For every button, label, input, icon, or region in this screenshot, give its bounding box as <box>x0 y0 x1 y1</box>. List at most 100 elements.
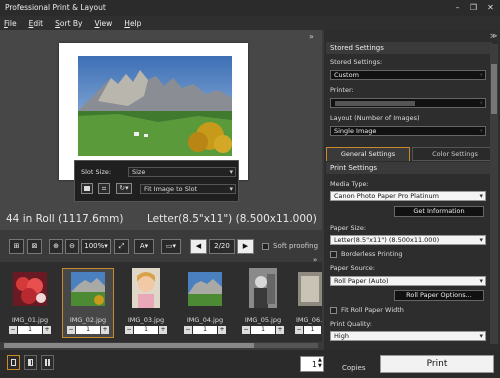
thumbnail-image <box>132 268 160 308</box>
paper-size-dropdown[interactable]: Letter(8.5"x11") (8.500x11.000) <box>330 235 486 245</box>
thumbnail-image <box>71 272 105 306</box>
menu-file[interactable]: File <box>4 19 17 28</box>
thumbnail-image <box>249 268 277 308</box>
copy-count[interactable]: 1 <box>18 326 42 334</box>
restore-button[interactable]: ❐ <box>466 0 481 16</box>
zoom-dropdown[interactable]: 100%▾ <box>81 239 111 254</box>
slot-size-value: Size <box>132 168 146 176</box>
preview-photo[interactable] <box>78 56 232 156</box>
copy-count[interactable]: 1 <box>76 326 100 334</box>
slot-size-dropdown[interactable]: Size <box>128 167 236 177</box>
fit-mode-dropdown[interactable]: Fit Image to Slot <box>140 184 236 194</box>
printer-label: Printer: <box>330 86 354 94</box>
roll-size-text: 44 in Roll (1117.6mm) <box>6 213 124 225</box>
fit-roll-width-label: Fit Roll Paper Width <box>341 306 404 314</box>
crop-icon[interactable]: ⌗ <box>98 183 110 194</box>
thumbnail-item[interactable]: IMG_01.jpg −1 + <box>6 266 54 336</box>
paper-size-value: Letter(8.5"x11") (8.500x11.000) <box>334 236 440 244</box>
split-view-icon[interactable] <box>24 355 37 370</box>
page-indicator: 2/20 <box>209 239 235 254</box>
copy-count[interactable]: 1 <box>304 326 321 334</box>
print-quality-dropdown[interactable]: High <box>330 331 486 341</box>
stored-settings-dropdown[interactable]: Custom <box>330 70 486 80</box>
thumbnail-name: IMG_03.jpg <box>127 316 165 324</box>
thumbnail-item[interactable]: IMG_04.jpg −1 + <box>181 266 229 336</box>
menu-help[interactable]: Help <box>124 19 141 28</box>
copy-count[interactable]: 1 <box>193 326 217 334</box>
copies-label: Copies <box>342 364 366 372</box>
increment-button[interactable]: + <box>43 326 51 334</box>
paper-source-label: Paper Source: <box>330 264 375 272</box>
thumbnail-item[interactable]: IMG_06.jpg −1 <box>292 266 322 336</box>
tab-color-settings[interactable]: Color Settings <box>412 147 498 161</box>
tab-general-settings[interactable]: General Settings <box>326 147 410 161</box>
title-bar: Professional Print & Layout <box>0 0 500 16</box>
remove-page-icon[interactable]: ⊠ <box>27 239 42 254</box>
layout-label: Layout (Number of Images) <box>330 114 420 122</box>
increment-button[interactable]: + <box>276 326 284 334</box>
thumbnail-name: IMG_02.jpg <box>69 316 107 324</box>
settings-scrollbar[interactable] <box>490 44 498 344</box>
page-setup-icon[interactable]: ▭▾ <box>161 239 181 254</box>
media-type-label: Media Type: <box>330 180 369 188</box>
decrement-button[interactable]: − <box>295 326 303 334</box>
paper-size-text: Letter(8.5"x11") (8.500x11.000) <box>147 213 317 225</box>
collapse-panel-icon[interactable]: » <box>309 32 314 41</box>
minimize-button[interactable]: – <box>450 0 465 16</box>
get-information-button[interactable]: Get Information <box>394 206 484 217</box>
stored-settings-value: Custom <box>334 71 359 79</box>
menu-bar: File Edit Sort By View Help <box>0 16 500 30</box>
increment-button[interactable]: + <box>159 326 167 334</box>
prev-page-icon[interactable]: ◀ <box>190 239 207 254</box>
stored-settings-header[interactable]: Stored Settings <box>326 42 492 54</box>
decrement-button[interactable]: − <box>242 326 250 334</box>
collapse-settings-icon[interactable]: ≫ <box>490 32 497 40</box>
zoom-in-icon[interactable]: ⊕ <box>49 239 63 254</box>
layout-dropdown[interactable]: Single Image <box>330 126 486 136</box>
printer-dropdown[interactable] <box>330 98 486 108</box>
rotate-icon[interactable]: ↻▾ <box>116 183 132 194</box>
thumbnail-scrollbar[interactable] <box>4 343 318 348</box>
menu-edit[interactable]: Edit <box>29 19 44 28</box>
copy-count[interactable]: 1 <box>251 326 275 334</box>
fit-view-icon[interactable]: ⤢ <box>114 239 129 254</box>
close-button[interactable]: ✕ <box>483 0 498 16</box>
decrement-button[interactable]: − <box>125 326 133 334</box>
thumbnail-name: IMG_01.jpg <box>11 316 49 324</box>
thumbnail-name: IMG_05.jpg <box>244 316 282 324</box>
increment-button[interactable]: + <box>101 326 109 334</box>
fill-slot-icon[interactable] <box>81 183 93 194</box>
soft-proofing-checkbox[interactable] <box>262 243 269 250</box>
print-button[interactable]: Print <box>380 355 494 373</box>
increment-button[interactable]: + <box>218 326 226 334</box>
text-tool-icon[interactable]: A▾ <box>134 239 154 254</box>
paper-source-dropdown[interactable]: Roll Paper (Auto) <box>330 276 486 286</box>
print-settings-header[interactable]: Print Settings <box>326 162 492 174</box>
thumbnail-item-selected[interactable]: IMG_02.jpg −1 + <box>64 266 112 336</box>
menu-view[interactable]: View <box>94 19 112 28</box>
thumbnail-item[interactable]: IMG_05.jpg −1 + <box>239 266 287 336</box>
media-type-value: Canon Photo Paper Pro Platinum <box>334 192 439 200</box>
borderless-checkbox[interactable] <box>330 251 337 258</box>
thumbnail-name: IMG_04.jpg <box>186 316 224 324</box>
thumbnail-item[interactable]: IMG_03.jpg −1 + <box>122 266 170 336</box>
menu-sort-by[interactable]: Sort By <box>55 19 82 28</box>
copy-count[interactable]: 1 <box>134 326 158 334</box>
dual-view-icon[interactable] <box>41 355 54 370</box>
decrement-button[interactable]: − <box>184 326 192 334</box>
zoom-out-icon[interactable]: ⊖ <box>65 239 79 254</box>
thumbnail-image <box>188 272 222 306</box>
fit-roll-width-checkbox[interactable] <box>330 307 337 314</box>
paper-source-value: Roll Paper (Auto) <box>334 277 389 285</box>
next-page-icon[interactable]: ▶ <box>237 239 254 254</box>
media-type-dropdown[interactable]: Canon Photo Paper Pro Platinum <box>330 191 486 201</box>
copies-spinner-icon[interactable]: ▲ ▼ <box>318 357 322 369</box>
decrement-button[interactable]: − <box>9 326 17 334</box>
single-view-icon[interactable] <box>7 355 20 370</box>
borderless-label: Borderless Printing <box>341 250 403 258</box>
paper-size-label: Paper Size: <box>330 224 367 232</box>
thumbnail-image <box>13 272 47 306</box>
decrement-button[interactable]: − <box>67 326 75 334</box>
roll-paper-options-button[interactable]: Roll Paper Options... <box>394 290 484 301</box>
add-page-icon[interactable]: ⊞ <box>9 239 24 254</box>
